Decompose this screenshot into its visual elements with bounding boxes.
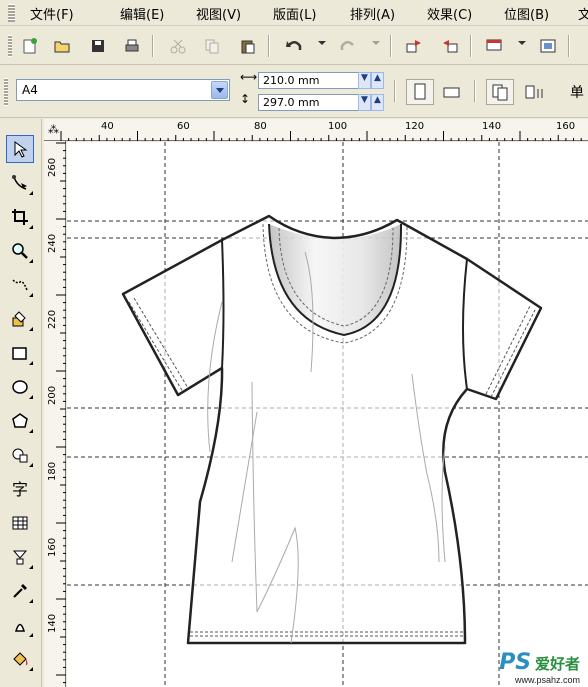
- vertical-ruler[interactable]: 260 240 220 200 180 160 140: [44, 141, 66, 687]
- page-width-field[interactable]: 210.0 mm: [258, 72, 360, 89]
- new-document-icon[interactable]: [18, 34, 42, 58]
- all-pages-button[interactable]: [486, 79, 514, 105]
- toolbar-separator: [474, 80, 476, 102]
- portrait-button[interactable]: [406, 79, 434, 105]
- page-width-stepper[interactable]: ▼ ▲: [358, 72, 384, 89]
- ruler-label: 80: [254, 121, 267, 132]
- menu-bar: 文件(F) 编辑(E) 视图(V) 版面(L) 排列(A) 效果(C) 位图(B…: [0, 0, 588, 26]
- undo-icon[interactable]: [282, 34, 306, 58]
- standard-toolbar: [0, 27, 588, 65]
- menu-file[interactable]: 文件(F): [30, 4, 74, 23]
- page-height-stepper[interactable]: ▼ ▲: [358, 94, 384, 111]
- tshirt-drawing[interactable]: [67, 142, 588, 687]
- shape-tool-icon[interactable]: [6, 169, 34, 197]
- current-page-button[interactable]: [522, 82, 550, 102]
- fill-tool-icon[interactable]: [6, 645, 34, 673]
- menu-bitmaps[interactable]: 位图(B): [504, 4, 549, 23]
- ruler-label: 120: [405, 121, 425, 132]
- toolbar-grip[interactable]: [8, 35, 12, 57]
- ruler-label: 200: [47, 385, 58, 405]
- page-width-icon: ⟷: [240, 70, 258, 84]
- ruler-label: 140: [47, 613, 58, 633]
- menu-edit[interactable]: 编辑(E): [120, 4, 164, 23]
- redo-dropdown-icon[interactable]: [372, 41, 380, 45]
- menu-view[interactable]: 视图(V): [196, 4, 241, 23]
- toolbox: 字: [0, 119, 42, 687]
- landscape-button[interactable]: [440, 84, 464, 100]
- menu-text[interactable]: 文: [578, 4, 588, 23]
- rectangle-tool-icon[interactable]: [6, 339, 34, 367]
- page-size-select[interactable]: A4: [16, 79, 230, 101]
- ruler-label: 140: [482, 121, 502, 132]
- toolbar-separator: [470, 35, 472, 57]
- toolbar-separator: [568, 35, 570, 57]
- polygon-tool-icon[interactable]: [6, 407, 34, 435]
- watermark-url: www.psahz.com: [514, 675, 580, 685]
- ruler-label: 180: [47, 461, 58, 481]
- horizontal-ruler[interactable]: ⁂ 40 60 80 100 120 140 160: [44, 119, 588, 141]
- page-size-value: A4: [22, 83, 38, 97]
- menu-layout[interactable]: 版面(L): [273, 4, 316, 23]
- property-bar: A4 ⟷ 210.0 mm ▼ ▲ ↕ 297.0 mm ▼ ▲ 单: [0, 66, 588, 118]
- interactive-blend-tool-icon[interactable]: [6, 543, 34, 571]
- basic-shapes-tool-icon[interactable]: [6, 441, 34, 469]
- open-folder-icon[interactable]: [50, 34, 74, 58]
- horizontal-ruler-ticks: [60, 131, 582, 141]
- cut-icon[interactable]: [166, 34, 190, 58]
- watermark: PS 爱好者 www.psahz.com: [499, 650, 580, 685]
- drawing-canvas[interactable]: PS 爱好者 www.psahz.com: [67, 142, 588, 687]
- chevron-down-icon[interactable]: [211, 81, 228, 99]
- property-bar-grip[interactable]: [4, 78, 8, 106]
- toolbar-separator: [394, 80, 396, 102]
- application-launcher-icon[interactable]: [482, 34, 506, 58]
- text-tool-icon[interactable]: 字: [6, 475, 34, 503]
- outline-tool-icon[interactable]: [6, 611, 34, 639]
- watermark-text: 爱好者: [534, 655, 580, 673]
- ellipse-tool-icon[interactable]: [6, 373, 34, 401]
- smart-fill-tool-icon[interactable]: [6, 305, 34, 333]
- launcher-dropdown-icon[interactable]: [518, 41, 526, 45]
- export-icon[interactable]: [438, 34, 462, 58]
- page-height-field[interactable]: 297.0 mm: [258, 94, 360, 111]
- menu-effects[interactable]: 效果(C): [427, 4, 472, 23]
- ruler-label: 40: [101, 121, 114, 132]
- tshirt-outline[interactable]: [121, 214, 543, 645]
- ruler-label: 260: [47, 157, 58, 177]
- freehand-tool-icon[interactable]: [6, 271, 34, 299]
- page-height-icon: ↕: [240, 92, 251, 106]
- toolbar-separator: [152, 35, 154, 57]
- menu-arrange[interactable]: 排列(A): [350, 4, 395, 23]
- vertical-ruler-ticks: [56, 142, 66, 684]
- eyedropper-tool-icon[interactable]: [6, 577, 34, 605]
- redo-icon[interactable]: [336, 34, 360, 58]
- ruler-label: 100: [328, 121, 348, 132]
- copy-icon[interactable]: [200, 34, 224, 58]
- watermark-logo: PS: [499, 650, 532, 675]
- ruler-label: 60: [177, 121, 190, 132]
- undo-dropdown-icon[interactable]: [318, 41, 326, 45]
- toolbar-separator: [268, 35, 270, 57]
- ruler-label: 220: [47, 309, 58, 329]
- ruler-label: 160: [47, 537, 58, 557]
- svg-text:字: 字: [12, 480, 28, 498]
- units-label: 单: [570, 85, 584, 101]
- toolbar-separator: [390, 35, 392, 57]
- pick-tool-icon[interactable]: [6, 135, 34, 163]
- ruler-label: 240: [47, 233, 58, 253]
- zoom-tool-icon[interactable]: [6, 237, 34, 265]
- print-icon[interactable]: [120, 34, 144, 58]
- paste-icon[interactable]: [236, 34, 260, 58]
- ruler-label: 160: [556, 121, 576, 132]
- table-tool-icon[interactable]: [6, 509, 34, 537]
- import-icon[interactable]: [402, 34, 426, 58]
- menu-grip[interactable]: [8, 4, 15, 22]
- welcome-screen-icon[interactable]: [536, 34, 560, 58]
- save-icon[interactable]: [86, 34, 110, 58]
- crop-tool-icon[interactable]: [6, 203, 34, 231]
